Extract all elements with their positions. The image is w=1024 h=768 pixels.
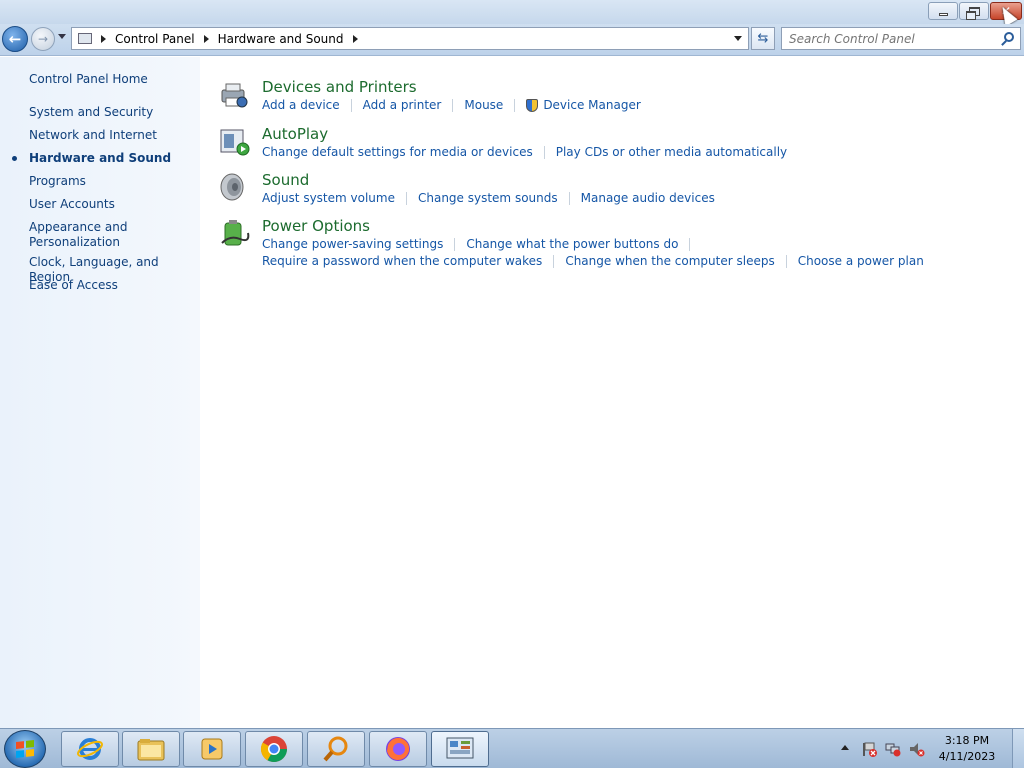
power-options-links-row-1: Change power-saving settings Change what…: [262, 237, 701, 251]
sidebar: Control Panel Home System and Security N…: [0, 57, 200, 728]
sound-title[interactable]: Sound: [262, 171, 309, 189]
link-separator: [405, 191, 407, 205]
link-separator: [514, 98, 516, 112]
breadcrumb-arrow-icon[interactable]: [101, 34, 106, 43]
clock[interactable]: 3:18 PM 4/11/2023: [929, 733, 1005, 765]
action-center-flag-icon[interactable]: [861, 741, 877, 757]
change-default-media-settings-link[interactable]: Change default settings for media or dev…: [262, 145, 533, 159]
devices-and-printers-links: Add a device Add a printer Mouse Device …: [262, 98, 641, 112]
link-separator: [689, 237, 691, 251]
autoplay-icon[interactable]: [218, 125, 250, 157]
back-arrow-icon: ←: [8, 30, 22, 48]
sidebar-item-system-and-security[interactable]: System and Security: [29, 105, 194, 120]
taskbar-search-tool[interactable]: [307, 731, 365, 767]
folder-icon: [137, 739, 165, 761]
restore-button[interactable]: [959, 2, 989, 20]
speaker-icon[interactable]: [218, 171, 250, 203]
link-separator: [452, 98, 454, 112]
system-tray: 3:18 PM 4/11/2023: [839, 729, 1024, 768]
search-input[interactable]: [782, 28, 992, 49]
taskbar-windows-explorer[interactable]: [122, 731, 180, 767]
refresh-icon: ⇆: [757, 31, 769, 46]
breadcrumb-hardware-and-sound[interactable]: Hardware and Sound: [218, 32, 344, 46]
network-icon[interactable]: [885, 741, 901, 757]
clock-time: 3:18 PM: [944, 734, 990, 747]
link-separator: [454, 237, 456, 251]
adjust-system-volume-link[interactable]: Adjust system volume: [262, 191, 395, 205]
link-separator: [553, 254, 555, 268]
main-content: Devices and Printers Add a device Add a …: [200, 57, 1024, 728]
devices-and-printers-icon[interactable]: [218, 78, 250, 110]
sidebar-item-appearance-and-personalization[interactable]: Appearance and Personalization: [29, 220, 139, 250]
control-panel-icon: [78, 33, 92, 44]
battery-power-icon[interactable]: [218, 217, 250, 249]
windows-logo-icon: [16, 740, 34, 758]
link-separator: [350, 98, 352, 112]
sidebar-item-ease-of-access[interactable]: Ease of Access: [29, 278, 194, 293]
require-password-on-wake-link[interactable]: Require a password when the computer wak…: [262, 254, 542, 268]
taskbar-firefox[interactable]: [369, 731, 427, 767]
title-bar: ✕: [0, 0, 1024, 24]
manage-audio-devices-link[interactable]: Manage audio devices: [581, 191, 715, 205]
autoplay-title[interactable]: AutoPlay: [262, 125, 328, 143]
link-separator: [543, 145, 545, 159]
power-options-links-row-2: Require a password when the computer wak…: [262, 254, 924, 268]
sidebar-item-control-panel-home[interactable]: Control Panel Home: [29, 72, 194, 87]
control-panel-icon: [446, 737, 474, 759]
forward-button[interactable]: →: [31, 27, 55, 51]
taskbar-media-player[interactable]: [183, 731, 241, 767]
taskbar: 3:18 PM 4/11/2023: [0, 728, 1024, 768]
sidebar-item-network-and-internet[interactable]: Network and Internet: [29, 128, 194, 143]
change-system-sounds-link[interactable]: Change system sounds: [418, 191, 558, 205]
link-separator: [785, 254, 787, 268]
clock-date: 4/11/2023: [938, 750, 996, 763]
taskbar-control-panel[interactable]: [431, 731, 489, 767]
restore-icon: [965, 6, 980, 20]
start-button[interactable]: [4, 730, 46, 768]
magnifier-icon: [323, 736, 348, 762]
volume-muted-icon[interactable]: [909, 741, 925, 757]
taskbar-chrome[interactable]: [245, 731, 303, 767]
play-cds-automatically-link[interactable]: Play CDs or other media automatically: [556, 145, 787, 159]
minimize-button[interactable]: [928, 2, 958, 20]
search-icon[interactable]: [1004, 32, 1014, 42]
sidebar-item-programs[interactable]: Programs: [29, 174, 194, 189]
mouse-link[interactable]: Mouse: [464, 98, 503, 112]
uac-shield-icon: [526, 98, 539, 112]
add-a-printer-link[interactable]: Add a printer: [363, 98, 442, 112]
show-hidden-icons-icon[interactable]: [841, 745, 849, 750]
address-bar[interactable]: Control Panel Hardware and Sound: [71, 27, 749, 50]
change-power-saving-settings-link[interactable]: Change power-saving settings: [262, 237, 443, 251]
address-dropdown-icon[interactable]: [734, 36, 742, 41]
taskbar-internet-explorer[interactable]: [61, 731, 119, 767]
recent-pages-dropdown[interactable]: [58, 34, 66, 39]
forward-arrow-icon: →: [37, 32, 49, 46]
add-a-device-link[interactable]: Add a device: [262, 98, 340, 112]
media-player-icon: [201, 738, 223, 760]
back-button[interactable]: ←: [2, 26, 28, 52]
search-box[interactable]: [781, 27, 1021, 50]
minimize-icon: [938, 12, 948, 16]
change-power-buttons-link[interactable]: Change what the power buttons do: [466, 237, 678, 251]
sidebar-item-hardware-and-sound[interactable]: Hardware and Sound: [29, 151, 194, 166]
change-when-computer-sleeps-link[interactable]: Change when the computer sleeps: [565, 254, 774, 268]
breadcrumb-arrow-icon[interactable]: [352, 34, 358, 43]
devices-and-printers-title[interactable]: Devices and Printers: [262, 78, 417, 96]
link-separator: [568, 191, 570, 205]
power-options-title[interactable]: Power Options: [262, 217, 370, 235]
breadcrumb-arrow-icon[interactable]: [203, 34, 209, 43]
chrome-icon: [260, 736, 288, 763]
active-item-bullet-icon: [12, 156, 17, 161]
navigation-bar: ← → Control Panel Hardware and Sound ⇆: [0, 24, 1024, 56]
sidebar-item-user-accounts[interactable]: User Accounts: [29, 197, 194, 212]
internet-explorer-icon: [77, 738, 103, 760]
breadcrumb-control-panel[interactable]: Control Panel: [115, 32, 195, 46]
autoplay-links: Change default settings for media or dev…: [262, 145, 787, 159]
show-desktop-button[interactable]: [1012, 729, 1024, 768]
sound-links: Adjust system volume Change system sound…: [262, 191, 715, 205]
choose-power-plan-link[interactable]: Choose a power plan: [798, 254, 924, 268]
refresh-button[interactable]: ⇆: [751, 27, 775, 50]
device-manager-link[interactable]: Device Manager: [543, 98, 640, 112]
firefox-icon: [386, 737, 410, 761]
